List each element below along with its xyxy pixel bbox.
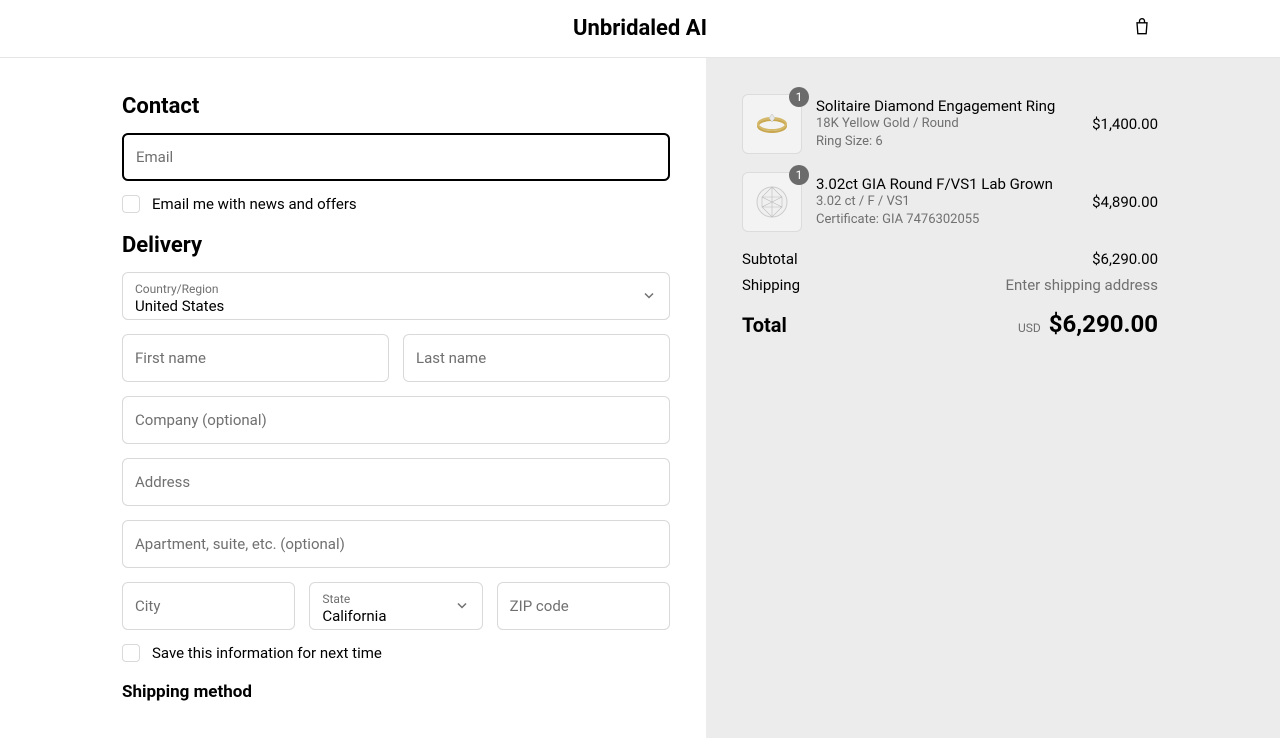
item-info: 3.02ct GIA Round F/VS1 Lab Grown 3.02 ct… (816, 175, 1078, 229)
country-value: United States (135, 297, 657, 315)
header: Unbridaled AI (0, 0, 1280, 58)
shipping-label: Shipping (742, 276, 800, 294)
delivery-heading: Delivery (122, 233, 670, 258)
cart-item: 1 Solitaire Diamond Engagement Ring 18K … (742, 94, 1158, 154)
city-field[interactable] (122, 582, 295, 630)
qty-badge: 1 (789, 87, 809, 107)
main: Contact Email me with news and offers De… (0, 58, 1280, 738)
country-select[interactable]: Country/Region United States (122, 272, 670, 320)
apartment-input[interactable] (135, 535, 657, 553)
last-name-field[interactable] (403, 334, 670, 382)
newsletter-row: Email me with news and offers (122, 195, 670, 213)
item-price: $4,890.00 (1092, 193, 1158, 211)
subtotal-value: $6,290.00 (1092, 250, 1158, 268)
save-info-label: Save this information for next time (152, 644, 382, 662)
item-title: 3.02ct GIA Round F/VS1 Lab Grown (816, 175, 1078, 193)
item-info: Solitaire Diamond Engagement Ring 18K Ye… (816, 97, 1078, 151)
newsletter-label: Email me with news and offers (152, 195, 357, 213)
item-thumbnail: 1 (742, 172, 802, 232)
item-meta: Ring Size: 6 (816, 133, 1078, 151)
apartment-field[interactable] (122, 520, 670, 568)
last-name-input[interactable] (416, 349, 657, 367)
total-amount: $6,290.00 (1049, 310, 1158, 338)
email-field-wrapper[interactable] (122, 133, 670, 181)
item-thumbnail: 1 (742, 94, 802, 154)
contact-heading: Contact (122, 94, 670, 119)
save-info-row: Save this information for next time (122, 644, 670, 662)
total-currency: USD (1018, 321, 1041, 335)
shipping-method-heading: Shipping method (122, 682, 670, 702)
total-label: Total (742, 313, 787, 337)
address-field[interactable] (122, 458, 670, 506)
save-info-checkbox[interactable] (122, 644, 140, 662)
address-input[interactable] (135, 473, 657, 491)
zip-input[interactable] (510, 597, 657, 615)
email-input[interactable] (136, 148, 656, 166)
item-title: Solitaire Diamond Engagement Ring (816, 97, 1078, 115)
subtotal-row: Subtotal $6,290.00 (742, 250, 1158, 268)
state-select[interactable]: State California (309, 582, 482, 630)
company-field[interactable] (122, 396, 670, 444)
zip-field[interactable] (497, 582, 670, 630)
shipping-row: Shipping Enter shipping address (742, 276, 1158, 294)
chevron-down-icon (456, 597, 468, 616)
item-price: $1,400.00 (1092, 115, 1158, 133)
city-input[interactable] (135, 597, 282, 615)
company-input[interactable] (135, 411, 657, 429)
order-summary: 1 Solitaire Diamond Engagement Ring 18K … (706, 58, 1280, 738)
item-meta: 3.02 ct / F / VS1 (816, 193, 1078, 211)
brand-title: Unbridaled AI (573, 16, 707, 41)
shipping-value: Enter shipping address (1005, 276, 1158, 294)
checkout-form: Contact Email me with news and offers De… (0, 58, 706, 738)
item-meta: 18K Yellow Gold / Round (816, 115, 1078, 133)
newsletter-checkbox[interactable] (122, 195, 140, 213)
chevron-down-icon (643, 287, 655, 306)
total-row: Total USD $6,290.00 (742, 310, 1158, 338)
state-label: State (322, 593, 469, 605)
cart-icon[interactable] (1132, 16, 1152, 42)
first-name-field[interactable] (122, 334, 389, 382)
total-value-wrapper: USD $6,290.00 (1018, 310, 1158, 338)
country-label: Country/Region (135, 283, 657, 295)
item-meta: Certificate: GIA 7476302055 (816, 211, 1078, 229)
state-value: California (322, 607, 469, 625)
cart-item: 1 3.02ct GIA Round F/VS1 Lab Grown 3.02 … (742, 172, 1158, 232)
first-name-input[interactable] (135, 349, 376, 367)
qty-badge: 1 (789, 165, 809, 185)
subtotal-label: Subtotal (742, 250, 798, 268)
